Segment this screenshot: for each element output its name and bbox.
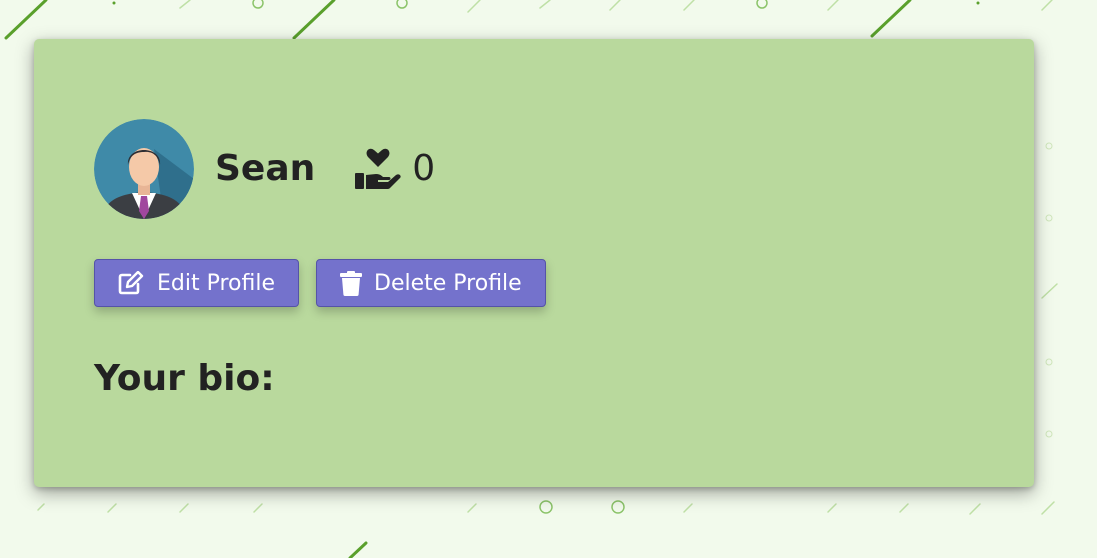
username: Sean — [215, 148, 316, 189]
donations-count: 0 — [412, 148, 436, 189]
profile-header: Sean 0 — [94, 119, 435, 219]
bio-heading: Your bio: — [94, 358, 275, 399]
profile-card: Sean 0 Edit Profile Delete Profile Your … — [34, 39, 1034, 487]
edit-icon — [118, 271, 145, 295]
delete-profile-label: Delete Profile — [374, 270, 522, 296]
delete-profile-button[interactable]: Delete Profile — [316, 259, 546, 307]
hand-holding-heart-icon — [355, 147, 401, 191]
profile-actions: Edit Profile Delete Profile — [94, 259, 546, 307]
edit-profile-button[interactable]: Edit Profile — [94, 259, 300, 307]
trash-icon — [340, 270, 363, 296]
user-avatar — [94, 119, 194, 219]
edit-profile-label: Edit Profile — [157, 270, 276, 296]
donations-counter: 0 — [355, 147, 435, 191]
